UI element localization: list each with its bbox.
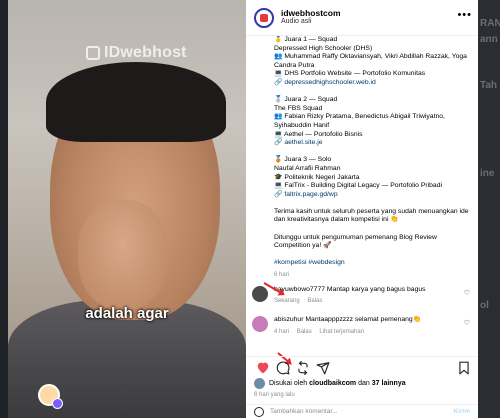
video-player[interactable]: IDwebhost adalah agar xyxy=(8,0,246,418)
comment-meta: 4 hari Balas Lihat terjemahan xyxy=(274,329,470,335)
backdrop-text: ol xyxy=(480,300,489,311)
backdrop-text: ann xyxy=(480,34,498,45)
caption-line: 💻 FalTrix - Building Digital Legacy — Po… xyxy=(274,182,443,190)
comment-item: bayuwbowo7777 Mantap karya yang bagus ba… xyxy=(252,285,470,304)
caption-line: 🥇 Juara 1 — Squad xyxy=(274,36,338,43)
caption-line[interactable]: 🔗 faltrix.page.gd/wp xyxy=(274,191,470,200)
see-translation-link[interactable]: Lihat terjemahan xyxy=(319,329,364,335)
caption-line[interactable]: 🔗 depressedhighschooler.web.id xyxy=(274,79,470,88)
comment-username[interactable]: abiszuhur xyxy=(274,316,303,323)
audio-label[interactable]: Audio asli xyxy=(281,18,341,26)
account-avatar[interactable] xyxy=(254,7,274,28)
caption-line: Depressed High Schooler (DHS) xyxy=(274,44,373,52)
emoji-icon[interactable] xyxy=(254,406,264,417)
header-text: idwebhostcom Audio asli xyxy=(281,8,341,26)
comment-time: Sekarang xyxy=(274,298,300,305)
post-hashtags[interactable]: #kompetisi #webdesign xyxy=(274,259,470,266)
backdrop-right: RANN ann Tah ine ol xyxy=(478,0,500,418)
repost-icon[interactable] xyxy=(294,359,312,377)
backdrop-text: RANN xyxy=(480,18,500,29)
backdrop-left xyxy=(0,0,8,418)
bookmark-icon[interactable] xyxy=(458,361,470,380)
caption-line: Ditunggu untuk pengumuman pemenang Blog … xyxy=(274,233,437,241)
comment-like-icon[interactable]: ♡ xyxy=(464,289,470,297)
caption-line: Syihabuddin Hanif xyxy=(274,121,330,129)
caption-line: 👥 Muhammad Raffy Oktaviansyah, Vikri Abd… xyxy=(274,53,467,61)
post-modal: IDwebhost adalah agar idwebhostcom Audio… xyxy=(8,0,478,418)
caption-line: Candra Putra xyxy=(274,61,315,69)
caption-line: 🥉 Juara 3 — Solo xyxy=(274,156,332,164)
add-comment-bar: Tambahkan komentar... Kirim xyxy=(246,404,478,418)
caption-line: Naufal Arrafii Rahman xyxy=(274,164,341,172)
caption-gap xyxy=(274,199,470,208)
commenter-avatar[interactable] xyxy=(252,316,268,333)
caption-gap xyxy=(274,88,470,97)
heart-filled-icon[interactable] xyxy=(254,359,272,377)
likes-summary: Disukai oleh cloudbaikcom dan 37 lainnya xyxy=(254,378,406,389)
caption-line: 👥 Fabian Rizky Pratama, Benedictus Abiga… xyxy=(274,113,445,121)
video-watermark: IDwebhost xyxy=(86,44,187,62)
comment-text: abiszuhur Mantaapppzzzz selamat pemenang… xyxy=(274,316,470,325)
commenter-avatar[interactable] xyxy=(252,285,268,302)
comment-like-icon[interactable]: ♡ xyxy=(464,319,470,327)
likes-prefix: Disukai oleh xyxy=(269,380,308,387)
account-username[interactable]: idwebhostcom xyxy=(281,8,341,18)
reply-button[interactable]: Balas xyxy=(297,329,312,335)
watermark-text: IDwebhost xyxy=(104,44,187,61)
caption-line: 💻 DHS Portfolio Website — Portofolio Kom… xyxy=(274,70,426,78)
video-frame-hair xyxy=(46,62,226,142)
share-icon[interactable] xyxy=(314,359,332,377)
caption-line: 🎓 Politeknik Negeri Jakarta xyxy=(274,173,360,181)
comment-icon[interactable] xyxy=(274,359,292,377)
creator-badge-icon xyxy=(52,398,63,409)
caption-line[interactable]: 🔗 aethel.site.je xyxy=(274,139,470,148)
post-comment-button[interactable]: Kirim xyxy=(453,408,470,415)
post-age: 6 hari yang lalu xyxy=(254,392,295,398)
post-header: idwebhostcom Audio asli ••• xyxy=(246,0,478,36)
comment-meta: Sekarang Balas xyxy=(274,298,470,304)
caption-line: Competition ya! 🚀 xyxy=(274,242,332,250)
comment-body: Mantap karya yang bagus bagus xyxy=(326,285,426,293)
more-options-icon[interactable]: ••• xyxy=(457,9,472,21)
backdrop-text: Tah xyxy=(480,80,498,91)
post-caption: 🥇 Juara 1 — Squad Depressed High Schooler… xyxy=(274,36,470,251)
post-time: 6 hari xyxy=(274,271,290,278)
likes-joiner: dan xyxy=(358,380,370,387)
comment-body: Mantaapppzzzz selamat pemenang👏 xyxy=(305,316,422,324)
caption-line: The FBS Squad xyxy=(274,104,323,112)
video-caption: adalah agar xyxy=(85,305,169,322)
liker-username[interactable]: cloudbaikcom xyxy=(309,380,356,387)
post-panel: idwebhostcom Audio asli ••• 🥇 Juara 1 — … xyxy=(246,0,478,418)
caption-gap xyxy=(274,225,470,234)
backdrop-text: ine xyxy=(480,168,495,179)
caption-line: 🥈 Juara 2 — Squad xyxy=(274,96,338,104)
liker-avatar[interactable] xyxy=(254,378,265,389)
video-frame-hand xyxy=(78,200,168,310)
caption-line: 💻 Aethel — Portofolio Bisnis xyxy=(274,130,363,138)
comment-text: bayuwbowo7777 Mantap karya yang bagus ba… xyxy=(274,286,470,295)
comment-input[interactable]: Tambahkan komentar... xyxy=(270,408,338,415)
comment-time: 4 hari xyxy=(274,329,290,336)
idwebhost-logo-icon xyxy=(86,46,100,60)
reply-button[interactable]: Balas xyxy=(307,298,322,304)
action-bar xyxy=(246,356,478,378)
comments-scroll[interactable]: 🥇 Juara 1 — Squad Depressed High Schooler… xyxy=(246,36,478,354)
caption-line: dan kreativitasnya dalam kompetisi ini 👏 xyxy=(274,216,399,224)
comment-item: abiszuhur Mantaapppzzzz selamat pemenang… xyxy=(252,316,470,335)
likes-others[interactable]: 37 lainnya xyxy=(372,380,406,387)
